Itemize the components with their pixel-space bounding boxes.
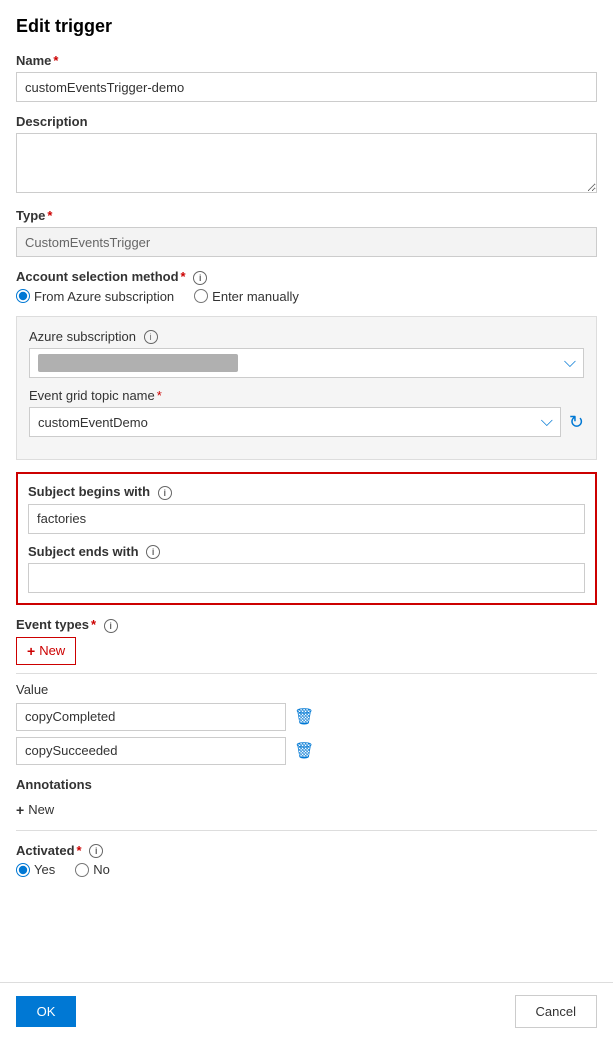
- event-type-row-2: 🗑: [16, 737, 597, 765]
- annotations-section: Annotations + New: [16, 777, 597, 831]
- account-selection-group: Account selection method* i From Azure s…: [16, 269, 597, 304]
- value-column-label: Value: [16, 682, 597, 697]
- event-types-new-button[interactable]: + New: [16, 637, 76, 665]
- event-types-info-icon[interactable]: i: [104, 619, 118, 633]
- azure-subscription-info-icon[interactable]: i: [144, 330, 158, 344]
- annotations-plus-icon: +: [16, 802, 24, 818]
- event-types-label: Event types* i: [16, 617, 597, 633]
- activated-radio-group: Yes No: [16, 862, 597, 877]
- description-label: Description: [16, 114, 597, 129]
- radio-manual-label: Enter manually: [212, 289, 299, 304]
- radio-azure-input[interactable]: [16, 289, 30, 303]
- annotations-label: Annotations: [16, 777, 597, 792]
- event-type-input-1[interactable]: [16, 703, 286, 731]
- account-selection-info-icon[interactable]: i: [193, 271, 207, 285]
- activated-label: Activated* i: [16, 843, 597, 859]
- account-selection-radio-group: From Azure subscription Enter manually: [16, 289, 597, 304]
- radio-no-option[interactable]: No: [75, 862, 110, 877]
- delete-event-type-1-icon[interactable]: 🗑: [294, 707, 314, 727]
- radio-manual-option[interactable]: Enter manually: [194, 289, 299, 304]
- ok-button[interactable]: OK: [16, 996, 76, 1027]
- subject-begins-group: Subject begins with i: [28, 484, 585, 534]
- radio-no-input[interactable]: [75, 863, 89, 877]
- radio-azure-label: From Azure subscription: [34, 289, 174, 304]
- event-grid-topic-group: Event grid topic name* customEventDemo ⌵…: [29, 388, 584, 437]
- event-types-section: Event types* i + New Value 🗑 🗑: [16, 617, 597, 765]
- activated-section: Activated* i Yes No: [16, 843, 597, 878]
- azure-subscription-select[interactable]: [29, 348, 584, 378]
- footer: OK Cancel: [0, 982, 613, 1040]
- azure-subscription-wrapper: ⌵: [29, 348, 584, 378]
- cancel-button[interactable]: Cancel: [515, 995, 597, 1028]
- radio-azure-option[interactable]: From Azure subscription: [16, 289, 174, 304]
- annotations-new-label: New: [28, 802, 54, 817]
- subject-begins-label: Subject begins with i: [28, 484, 585, 500]
- event-grid-topic-refresh-icon[interactable]: ↻: [569, 412, 584, 433]
- radio-yes-option[interactable]: Yes: [16, 862, 55, 877]
- event-grid-topic-wrapper: customEventDemo ⌵: [29, 407, 561, 437]
- name-group: Name*: [16, 53, 597, 102]
- subject-ends-label: Subject ends with i: [28, 544, 585, 560]
- radio-yes-input[interactable]: [16, 863, 30, 877]
- type-group: Type*: [16, 208, 597, 257]
- event-type-input-2[interactable]: [16, 737, 286, 765]
- type-input: [16, 227, 597, 257]
- subject-ends-input[interactable]: [28, 563, 585, 593]
- event-grid-topic-select[interactable]: customEventDemo: [29, 407, 561, 437]
- activated-info-icon[interactable]: i: [89, 844, 103, 858]
- radio-yes-label: Yes: [34, 862, 55, 877]
- type-label: Type*: [16, 208, 597, 223]
- azure-subscription-label: Azure subscription i: [29, 329, 584, 345]
- azure-section: Azure subscription i ⌵ Event grid topic …: [16, 316, 597, 461]
- subject-begins-input[interactable]: [28, 504, 585, 534]
- description-group: Description: [16, 114, 597, 196]
- annotations-new-button[interactable]: + New: [16, 798, 54, 822]
- azure-subscription-group: Azure subscription i ⌵: [29, 329, 584, 379]
- subject-ends-info-icon[interactable]: i: [146, 545, 160, 559]
- delete-event-type-2-icon[interactable]: 🗑: [294, 741, 314, 761]
- event-types-plus-icon: +: [27, 643, 35, 659]
- radio-no-label: No: [93, 862, 110, 877]
- radio-manual-input[interactable]: [194, 289, 208, 303]
- name-label: Name*: [16, 53, 597, 68]
- page-title: Edit trigger: [16, 16, 597, 37]
- subject-begins-info-icon[interactable]: i: [158, 486, 172, 500]
- description-input[interactable]: [16, 133, 597, 193]
- event-type-row-1: 🗑: [16, 703, 597, 731]
- subject-section: Subject begins with i Subject ends with …: [16, 472, 597, 605]
- event-types-new-label: New: [39, 643, 65, 658]
- event-grid-topic-label: Event grid topic name*: [29, 388, 584, 403]
- subscription-blurred-value: [38, 354, 238, 372]
- subject-ends-group: Subject ends with i: [28, 544, 585, 594]
- account-selection-label: Account selection method* i: [16, 269, 597, 285]
- name-input[interactable]: [16, 72, 597, 102]
